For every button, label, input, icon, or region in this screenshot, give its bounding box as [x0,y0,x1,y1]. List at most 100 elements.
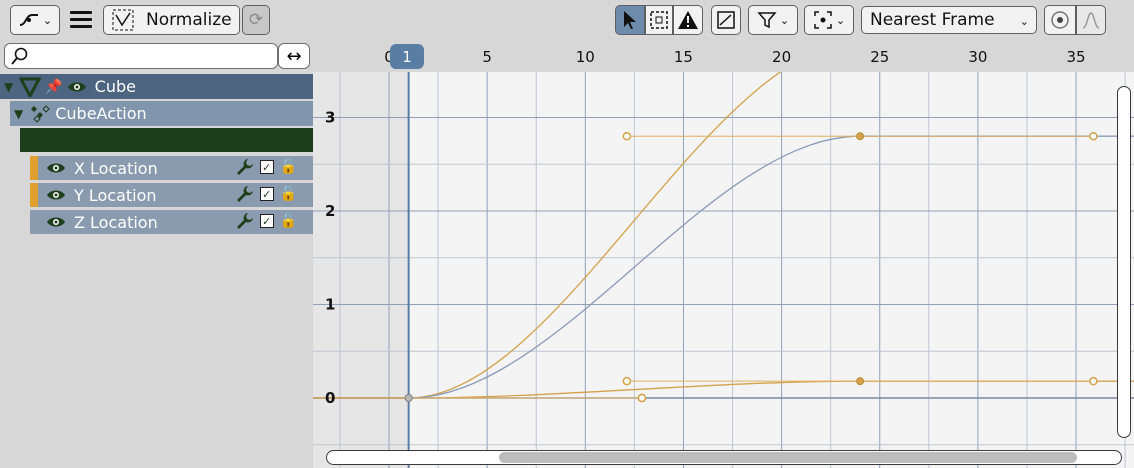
unlock-icon[interactable]: 🔓 [280,186,297,202]
eye-icon[interactable] [46,162,66,174]
proportional-falloff-button[interactable] [1076,5,1106,35]
channel-row-z-location[interactable]: Z Location ✓ 🔓 [30,210,313,234]
chevron-down-icon: ⌄ [42,13,53,27]
channel-tools: ✓ 🔓 [236,185,297,203]
frame-tick-label: 35 [1066,48,1086,66]
channel-label: Y Location [74,185,157,205]
vertical-scrollbar[interactable] [1117,86,1131,438]
keyframe-point [856,377,865,386]
only-errors-toggle[interactable] [673,5,703,35]
double-arrow-icon: ↔ [286,45,302,67]
handle-point [1089,376,1098,386]
handle-point [1089,131,1098,141]
channel-group-row[interactable] [20,128,313,152]
object-name: Cube [94,77,136,96]
dashed-box-icon [650,11,668,29]
frame-tick-label: 5 [482,48,492,66]
action-name: CubeAction [55,104,147,123]
horizontal-scrollbar[interactable] [326,450,1122,465]
normalize-refresh-button[interactable]: ⟳ [242,5,270,35]
frame-tick-label: 30 [968,48,988,66]
chevron-down-icon: ⌄ [835,13,846,27]
keyframe-point [856,132,865,141]
eye-icon[interactable] [46,189,66,201]
expand-arrow-icon[interactable]: ▼ [4,80,13,94]
normalize-toggle[interactable]: Normalize [103,5,240,35]
channel-search-field[interactable] [4,43,278,69]
falloff-curve-icon [1082,12,1100,29]
y-axis-label: 0 [325,389,335,407]
handle-point [622,376,632,386]
y-axis-label: 3 [325,109,335,127]
channel-tools: ✓ 🔓 [236,158,297,176]
current-frame-label: 1 [402,47,412,66]
proportional-editing-toggle[interactable] [1044,5,1076,35]
handle-point [622,131,632,141]
unlock-icon[interactable]: 🔓 [280,159,297,175]
unlock-icon[interactable]: 🔓 [280,213,297,229]
action-keyframes-icon [31,104,50,123]
expand-arrow-icon[interactable]: ▼ [14,107,23,121]
pivot-point-dropdown[interactable]: ⌄ [804,5,854,35]
channel-row-x-location[interactable]: X Location ✓ 🔓 [30,156,313,180]
frame-tick-label: 20 [772,48,792,66]
snap-mode-select[interactable]: Nearest Frame ⌄ [861,6,1037,34]
eye-icon[interactable] [67,81,87,93]
cursor-arrow-icon [624,11,636,29]
object-data-icon [19,77,42,97]
mute-checkbox[interactable]: ✓ [259,160,274,174]
channel-color-swatch [30,183,38,207]
keyframe-point [404,394,413,402]
proportional-editing-icon [1051,11,1069,29]
show-hidden-toggle[interactable] [645,5,673,35]
search-icon [11,47,28,65]
frame-tick-label: 10 [575,48,595,66]
wrench-icon[interactable] [236,185,254,203]
frame-tick-label: 15 [673,48,693,66]
normalize-label: Normalize [146,10,232,30]
horizontal-scrollbar-thumb[interactable] [499,452,1077,463]
eye-icon[interactable] [46,216,66,228]
handle-point [637,393,647,403]
invert-filter-button[interactable]: ↔ [278,43,310,69]
normalize-icon [112,9,134,31]
hamburger-menu-icon[interactable] [70,11,92,29]
frame-tick-label: 25 [870,48,890,66]
plot-background [313,72,1134,468]
wrench-icon[interactable] [236,158,254,176]
channel-action-row[interactable]: ▼ CubeAction [10,101,313,126]
channel-tools: ✓ 🔓 [236,212,297,230]
channel-color-swatch [30,156,38,180]
chevron-down-icon: ⌄ [1019,15,1029,28]
graph-editor-icon [19,14,38,26]
pin-icon[interactable]: 📌 [45,79,62,95]
mute-checkbox[interactable]: ✓ [259,187,274,201]
create-ghost-curves-button[interactable] [711,5,741,35]
channel-row-y-location[interactable]: Y Location ✓ 🔓 [30,183,313,207]
refresh-icon: ⟳ [248,10,264,30]
mute-checkbox[interactable]: ✓ [259,214,274,228]
snap-mode-value: Nearest Frame [870,10,995,30]
channel-label: Z Location [74,212,158,232]
current-frame-indicator[interactable]: 1 [390,44,424,69]
graph-editor-header: ⌄ Normalize ⟳ ⌄ ⌄ Nearest Frame ⌄ [0,0,1134,42]
pivot-point-icon [814,11,832,29]
editor-type-button[interactable]: ⌄ [10,5,60,35]
channel-label: X Location [74,158,158,178]
pre-range-shade [313,72,408,468]
channel-region: ↔ ▼ 📌 Cube ▼ CubeAction X Location ✓ 🔓 Y… [0,42,313,468]
y-axis-label: 1 [325,296,335,314]
search-input[interactable] [33,46,275,68]
y-axis-label: 2 [325,202,335,220]
fcurve-graph[interactable]: 0 1 2 3 [313,42,1134,468]
only-selected-toggle[interactable] [615,5,645,35]
graph-area[interactable]: 0 1 2 3 35 30 25 20 15 10 5 0 1 [313,42,1134,468]
chevron-down-icon: ⌄ [779,13,790,27]
filter-dropdown[interactable]: ⌄ [748,5,798,35]
warning-icon [678,11,698,29]
channel-object-row[interactable]: ▼ 📌 Cube [0,74,313,99]
wrench-icon[interactable] [236,212,254,230]
frame-ruler[interactable]: 35 30 25 20 15 10 5 0 1 [313,42,1134,72]
ghost-curve-icon [717,11,735,29]
filter-icon [757,12,777,29]
